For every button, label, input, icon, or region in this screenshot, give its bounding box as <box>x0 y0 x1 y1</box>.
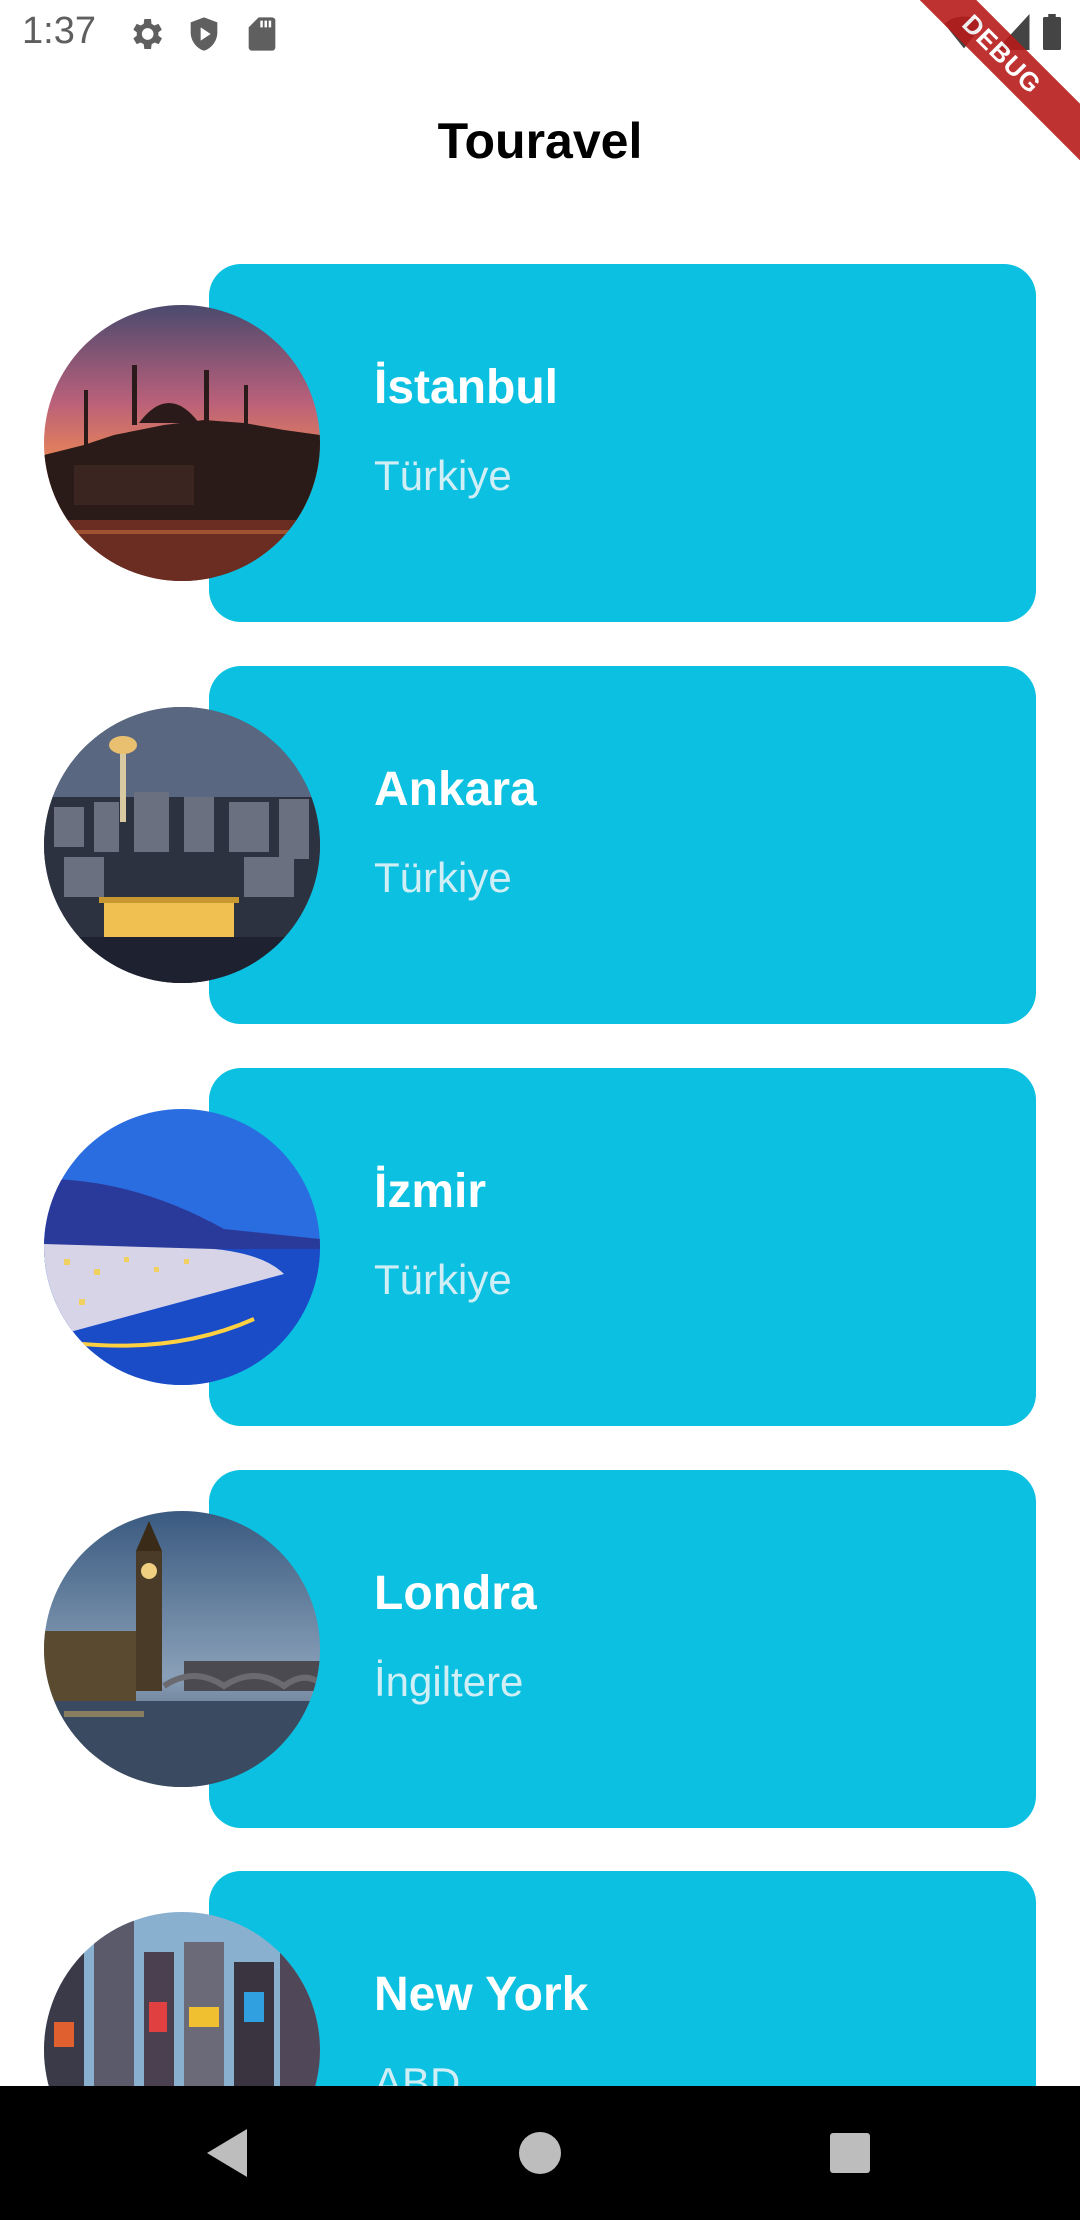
londra-photo <box>44 1511 320 1787</box>
izmir-photo <box>44 1109 320 1385</box>
back-icon[interactable] <box>190 2116 264 2190</box>
destination-list[interactable]: İstanbul Türkiye Ankara Türkiye İzmir Tü… <box>0 0 1080 2086</box>
card-panel <box>209 264 1036 622</box>
card-panel <box>209 1470 1036 1828</box>
country-name: ABD <box>374 2059 461 2086</box>
country-name: İngiltere <box>374 1658 524 1705</box>
home-icon[interactable] <box>503 2116 577 2190</box>
navigation-bar <box>0 2086 1080 2220</box>
city-name: Ankara <box>374 763 537 816</box>
destination-card-istanbul[interactable]: İstanbul Türkiye <box>0 264 1080 622</box>
destination-card-izmir[interactable]: İzmir Türkiye <box>0 1068 1080 1426</box>
card-panel <box>209 666 1036 1024</box>
recents-icon[interactable] <box>813 2116 887 2190</box>
city-name: İstanbul <box>374 361 559 414</box>
istanbul-photo <box>44 305 320 581</box>
city-name: Londra <box>374 1567 537 1620</box>
country-name: Türkiye <box>374 854 512 901</box>
country-name: Türkiye <box>374 452 512 499</box>
city-name: İzmir <box>374 1165 487 1218</box>
destination-card-ankara[interactable]: Ankara Türkiye <box>0 666 1080 1024</box>
card-panel <box>209 1068 1036 1426</box>
card-panel <box>209 1871 1036 2086</box>
destination-card-new-york[interactable]: New York ABD <box>0 1871 1080 2086</box>
city-name: New York <box>374 1968 589 2021</box>
destination-card-londra[interactable]: Londra İngiltere <box>0 1470 1080 1828</box>
ankara-photo <box>44 707 320 983</box>
country-name: Türkiye <box>374 1256 512 1303</box>
